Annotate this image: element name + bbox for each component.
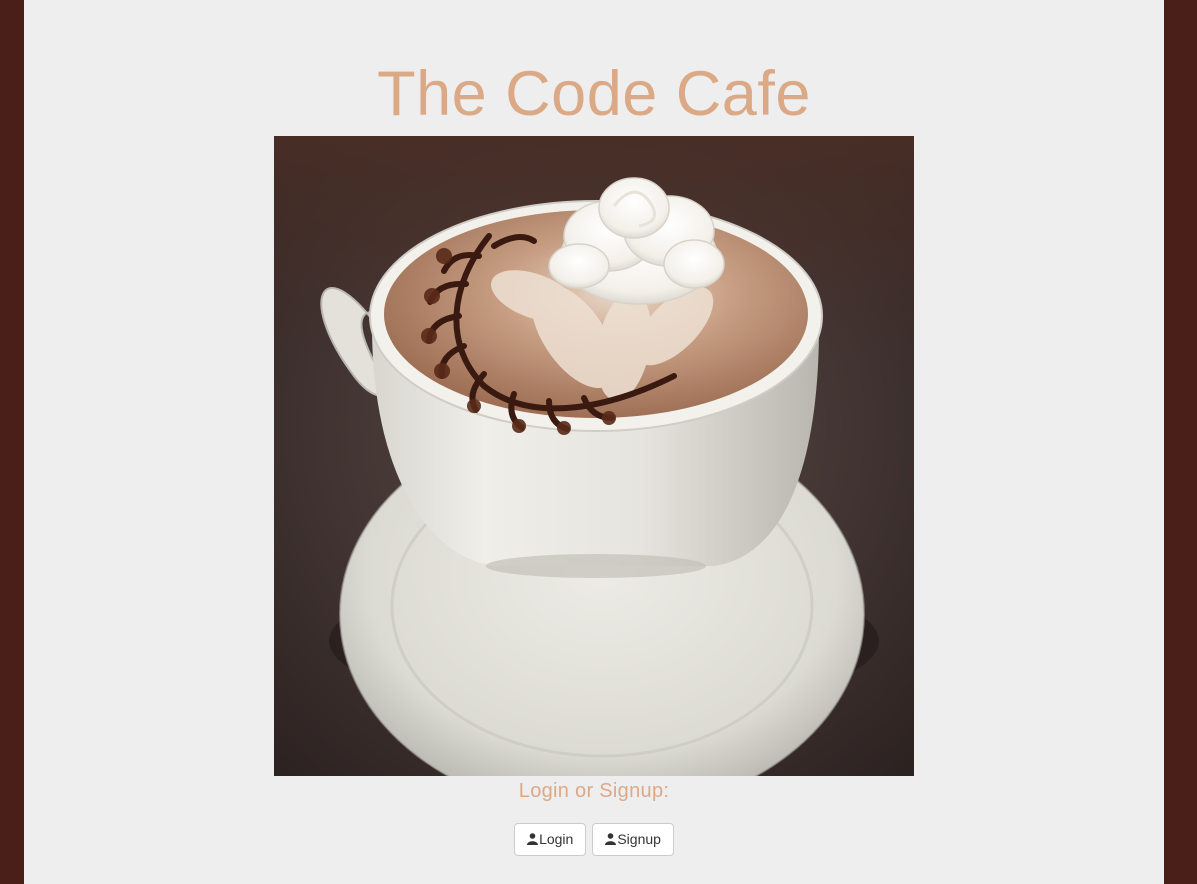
user-icon bbox=[527, 825, 539, 845]
login-button-label: Login bbox=[539, 831, 574, 847]
signup-button-label: Signup bbox=[617, 831, 661, 847]
page-container: The Code Cafe Login or Signup: Login Sig… bbox=[24, 0, 1164, 884]
user-icon bbox=[605, 825, 617, 845]
login-button[interactable]: Login bbox=[514, 823, 587, 856]
signup-button[interactable]: Signup bbox=[592, 823, 674, 856]
page-title: The Code Cafe bbox=[377, 59, 811, 129]
hero-coffee-image bbox=[274, 136, 914, 776]
auth-button-row: Login Signup bbox=[24, 823, 1164, 856]
auth-prompt: Login or Signup: bbox=[518, 780, 670, 802]
